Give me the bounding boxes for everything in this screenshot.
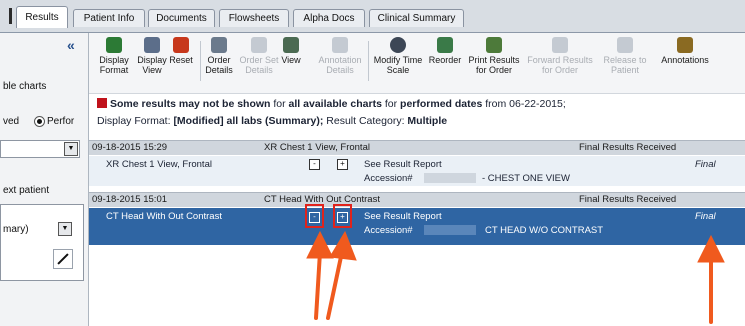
annotation-details-icon xyxy=(332,37,348,53)
order-set-details-icon xyxy=(251,37,267,53)
release-icon xyxy=(617,37,633,53)
reorder-label: Reorder xyxy=(428,55,462,65)
tab-flowsheets[interactable]: Flowsheets xyxy=(219,9,289,27)
forward-results-label: Forward Results for Order xyxy=(527,55,593,75)
notice-text-6: from 06-22-2015; xyxy=(482,98,566,110)
result-category-value: Multiple xyxy=(407,115,448,127)
forward-icon xyxy=(552,37,568,53)
modify-time-scale-button[interactable]: Modify Time Scale xyxy=(372,37,424,75)
display-format-line: Display Format: [Modified] all labs (Sum… xyxy=(97,115,447,127)
next-patient-label: ext patient xyxy=(3,185,50,196)
charts-label: ble charts xyxy=(3,81,47,92)
performed-radio[interactable] xyxy=(34,116,45,127)
group-title: XR Chest 1 View, Frontal xyxy=(264,142,370,153)
result-group-header: 09-18-2015 15:29 XR Chest 1 View, Fronta… xyxy=(89,140,745,155)
results-main: Display Format Display View Reset Order … xyxy=(89,33,745,326)
result-row[interactable]: XR Chest 1 View, Frontal - + See Result … xyxy=(89,156,745,186)
print-results-label: Print Results for Order xyxy=(468,55,520,75)
display-format-icon xyxy=(106,37,122,53)
notice-text-2: for xyxy=(270,98,289,110)
performed-label: Perfor xyxy=(47,116,75,127)
results-notice: Some results may not be shown for all av… xyxy=(97,98,566,110)
view-button[interactable]: View xyxy=(273,37,309,65)
highlight-box xyxy=(333,204,352,228)
order-details-icon xyxy=(211,37,227,53)
view-label: View xyxy=(281,55,301,65)
accession-label: Accession# xyxy=(364,225,413,236)
left-panel: « ble charts ved Perfor ▼ ext patient ma… xyxy=(0,33,89,326)
warning-icon xyxy=(97,98,107,108)
result-category-caption: Result Category: xyxy=(323,115,408,127)
result-group-header: 09-18-2015 15:01 CT Head With Out Contra… xyxy=(89,192,745,207)
patient-panel xyxy=(0,204,84,281)
accession-description: - CHEST ONE VIEW xyxy=(482,173,570,184)
display-format-value: [Modified] all labs (Summary); xyxy=(173,115,324,127)
annotation-details-label: Annotation Details xyxy=(318,55,362,75)
annotations-label: Annotations xyxy=(661,55,709,65)
results-toolbar: Display Format Display View Reset Order … xyxy=(89,33,745,94)
release-to-patient-button[interactable]: Release to Patient xyxy=(597,37,653,75)
group-date: 09-18-2015 15:29 xyxy=(92,142,168,153)
tab-results[interactable]: Results xyxy=(16,6,68,28)
notice-text-4: for xyxy=(381,98,401,110)
tab-bar-edge xyxy=(9,8,12,24)
view-dropdown-arrow[interactable]: ▼ xyxy=(58,222,72,236)
reset-icon xyxy=(173,37,189,53)
toolbar-separator xyxy=(368,41,369,81)
display-format-caption: Display Format: xyxy=(97,115,174,127)
accession-description: CT HEAD W/O CONTRAST xyxy=(485,225,604,236)
reorder-button[interactable]: Reorder xyxy=(423,37,467,65)
tab-bar: Results Patient Info Documents Flowsheet… xyxy=(0,0,745,33)
reorder-icon xyxy=(437,37,453,53)
view-icon xyxy=(283,37,299,53)
collapse-result-icon[interactable]: - xyxy=(309,159,320,170)
tab-clinical-summary[interactable]: Clinical Summary xyxy=(369,9,464,27)
pencil-icon[interactable] xyxy=(53,249,73,269)
result-row-selected[interactable]: CT Head With Out Contrast - + See Result… xyxy=(89,208,745,245)
accession-label: Accession# xyxy=(364,173,413,184)
result-item-name: CT Head With Out Contrast xyxy=(106,211,222,222)
display-view-icon xyxy=(144,37,160,53)
view-dropdown-value[interactable]: mary) xyxy=(3,224,29,235)
tab-alpha-docs[interactable]: Alpha Docs xyxy=(293,9,365,27)
tab-patient-info[interactable]: Patient Info xyxy=(73,9,145,27)
annotations-icon xyxy=(677,37,693,53)
see-result-report-link[interactable]: See Result Report xyxy=(364,211,442,222)
highlight-box xyxy=(305,204,324,228)
expand-result-icon[interactable]: + xyxy=(337,159,348,170)
group-status: Final Results Received xyxy=(579,142,677,153)
annotations-button[interactable]: Annotations xyxy=(653,37,717,65)
group-date: 09-18-2015 15:01 xyxy=(92,194,168,205)
print-results-button[interactable]: Print Results for Order xyxy=(465,37,523,75)
collapse-panel-icon[interactable]: « xyxy=(67,37,75,53)
result-item-name: XR Chest 1 View, Frontal xyxy=(106,159,212,170)
annotation-details-button[interactable]: Annotation Details xyxy=(313,37,367,75)
see-result-report-link[interactable]: See Result Report xyxy=(364,159,442,170)
notice-text-1: Some results may not be shown xyxy=(110,98,271,110)
print-icon xyxy=(486,37,502,53)
modify-time-scale-label: Modify Time Scale xyxy=(373,55,423,75)
tab-documents[interactable]: Documents xyxy=(148,9,215,27)
group-status: Final Results Received xyxy=(579,194,677,205)
result-status: Final xyxy=(695,159,716,170)
clock-icon xyxy=(390,37,406,53)
result-status: Final xyxy=(695,211,716,222)
forward-results-button[interactable]: Forward Results for Order xyxy=(525,37,595,75)
received-label: ved xyxy=(3,116,20,127)
release-to-patient-label: Release to Patient xyxy=(603,55,647,75)
filter-dropdown-arrow[interactable]: ▼ xyxy=(64,142,78,156)
notice-text-5: performed dates xyxy=(400,98,483,110)
notice-text-3: all available charts xyxy=(288,98,382,110)
